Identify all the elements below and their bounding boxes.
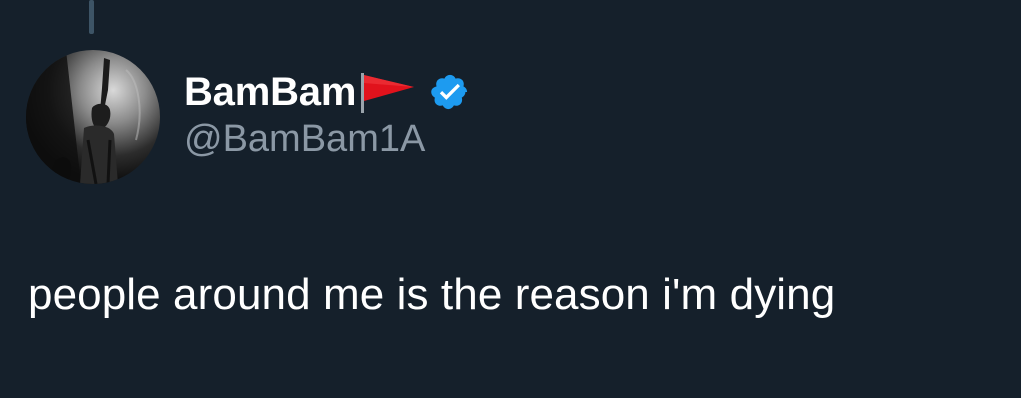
red-flag-icon — [358, 71, 416, 113]
tweet-header: BamBam @BamBam1A — [184, 68, 470, 161]
display-name[interactable]: BamBam — [184, 70, 356, 115]
user-handle[interactable]: @BamBam1A — [184, 118, 470, 161]
tweet-text: people around me is the reason i'm dying — [28, 270, 836, 319]
verified-badge-icon[interactable] — [430, 72, 470, 112]
thread-connector-line — [89, 0, 94, 34]
name-row: BamBam — [184, 68, 470, 116]
avatar-photo-icon — [26, 50, 160, 184]
avatar[interactable] — [26, 50, 160, 184]
